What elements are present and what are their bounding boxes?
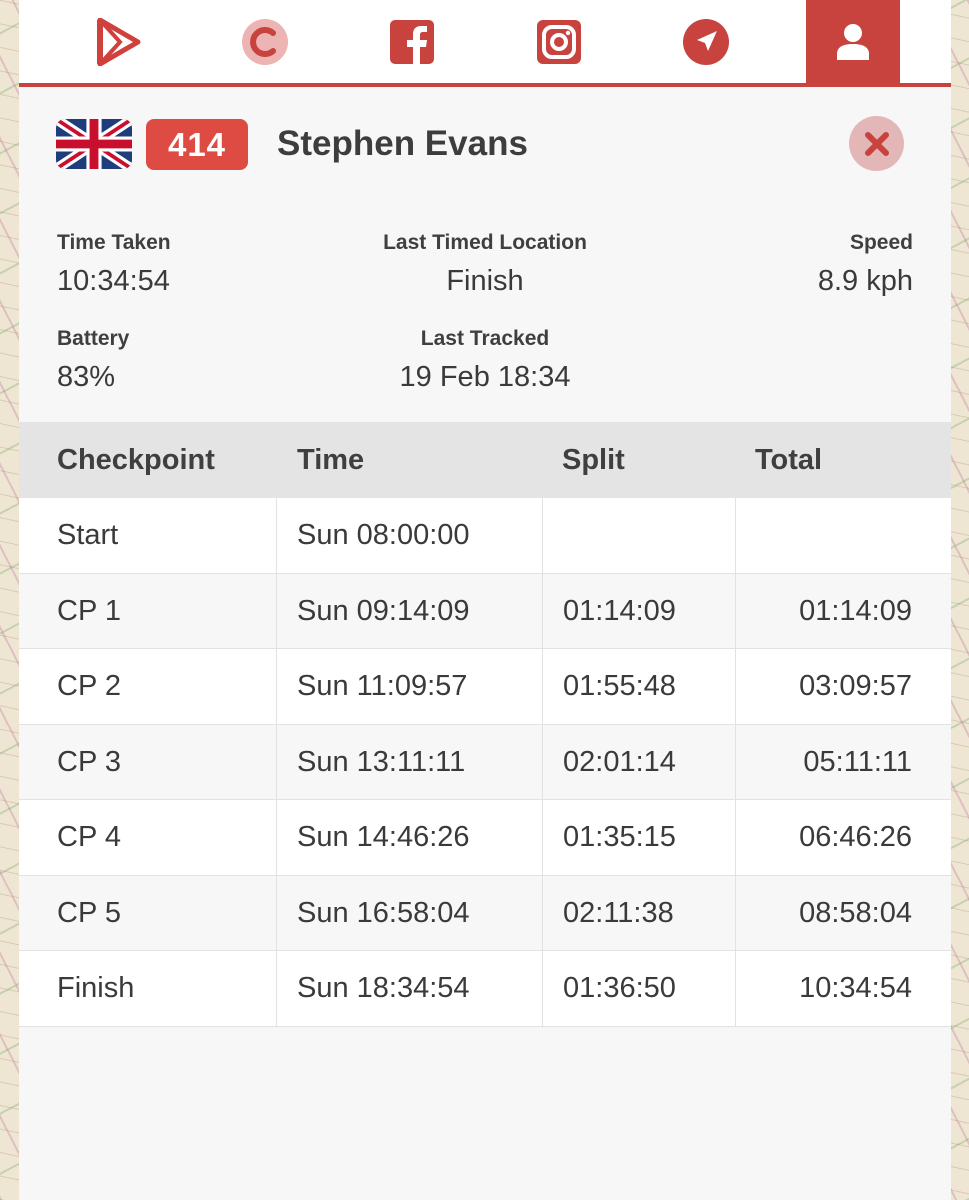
user-icon	[837, 23, 869, 60]
stat-value: 8.9 kph	[817, 265, 913, 297]
table-row: CP 1 Sun 09:14:09 01:14:09 01:14:09	[19, 573, 951, 649]
stat-label: Time Taken	[57, 231, 171, 254]
table-row: CP 5 Sun 16:58:04 02:11:38 08:58:04	[19, 875, 951, 951]
close-button[interactable]	[849, 116, 904, 171]
nav-location[interactable]	[659, 0, 753, 83]
checkpoint-cell: CP 4	[19, 800, 277, 875]
c-logo-icon	[242, 18, 288, 65]
total-cell	[736, 498, 951, 573]
total-cell: 08:58:04	[799, 896, 912, 929]
stat-label: Last Tracked	[420, 327, 550, 350]
stat-speed: Speed 8.9 kph	[713, 231, 913, 298]
stat-value: 83%	[57, 361, 116, 393]
top-nav	[19, 0, 951, 87]
table-row: Finish Sun 18:34:54 01:36:50 10:34:54	[19, 951, 951, 1027]
play-store-icon	[97, 17, 141, 66]
table-row: CP 4 Sun 14:46:26 01:35:15 06:46:26	[19, 800, 951, 876]
column-header-time: Time	[297, 444, 365, 476]
total-cell: 05:11:11	[803, 745, 912, 778]
runner-name: Stephen Evans	[277, 124, 528, 163]
stat-value: Finish	[446, 265, 524, 297]
split-cell: 02:11:38	[543, 875, 736, 951]
total-cell: 10:34:54	[799, 972, 912, 1004]
time-cell: Sun 14:46:26	[277, 800, 543, 875]
checkpoint-cell: Finish	[19, 951, 277, 1026]
stat-battery: Battery 83%	[57, 327, 277, 394]
close-icon	[864, 131, 889, 156]
nav-instagram[interactable]	[512, 0, 606, 83]
split-cell: 01:36:50	[543, 951, 736, 1026]
time-cell: Sun 09:14:09	[277, 573, 543, 649]
stat-label: Battery	[57, 327, 130, 350]
bib-number: 414	[146, 119, 248, 170]
splits-table-body: Start Sun 08:00:00 CP 1 Sun 09:14:09 01:…	[19, 498, 951, 1027]
column-header-total: Total	[755, 444, 823, 476]
nav-facebook[interactable]	[365, 0, 459, 83]
checkpoint-cell: CP 2	[19, 649, 277, 724]
nav-c-logo[interactable]	[218, 0, 312, 83]
stat-time-taken: Time Taken 10:34:54	[57, 231, 277, 298]
split-cell: 01:35:15	[543, 800, 736, 875]
facebook-icon	[390, 19, 434, 64]
split-cell: 01:55:48	[543, 649, 736, 724]
stat-value: 10:34:54	[57, 265, 170, 297]
stat-value: 19 Feb 18:34	[399, 361, 571, 393]
total-cell: 06:46:26	[799, 821, 912, 853]
checkpoint-cell: CP 3	[19, 724, 277, 800]
total-cell: 01:14:09	[799, 594, 912, 627]
stat-label: Speed	[849, 231, 913, 254]
split-cell	[543, 498, 736, 573]
split-cell: 01:14:09	[543, 573, 736, 649]
time-cell: Sun 16:58:04	[277, 875, 543, 951]
split-cell: 02:01:14	[543, 724, 736, 800]
time-cell: Sun 08:00:00	[277, 498, 543, 573]
checkpoint-cell: CP 1	[19, 573, 277, 649]
stat-last-timed-location: Last Timed Location Finish	[335, 231, 635, 298]
time-cell: Sun 11:09:57	[277, 649, 543, 724]
table-row: CP 3 Sun 13:11:11 02:01:14 05:11:11	[19, 724, 951, 800]
time-cell: Sun 18:34:54	[277, 951, 543, 1026]
checkpoint-cell: CP 5	[19, 875, 277, 951]
instagram-icon	[537, 19, 581, 64]
nav-user[interactable]	[806, 0, 900, 83]
time-cell: Sun 13:11:11	[277, 724, 543, 800]
table-row: CP 2 Sun 11:09:57 01:55:48 03:09:57	[19, 649, 951, 725]
column-header-split: Split	[562, 444, 625, 476]
runner-panel: 414 Stephen Evans Time Taken 10:34:54 La…	[19, 0, 951, 1200]
checkpoint-cell: Start	[19, 498, 277, 573]
total-cell: 03:09:57	[799, 670, 912, 702]
column-header-checkpoint: Checkpoint	[57, 444, 215, 476]
stat-label: Last Timed Location	[383, 231, 587, 254]
united-kingdom-flag	[56, 119, 132, 169]
table-row: Start Sun 08:00:00	[19, 498, 951, 574]
splits-table-header: Checkpoint Time Split Total	[19, 422, 951, 498]
nav-play-store[interactable]	[71, 0, 165, 83]
stat-last-tracked: Last Tracked 19 Feb 18:34	[335, 327, 635, 394]
location-arrow-icon	[683, 18, 729, 65]
